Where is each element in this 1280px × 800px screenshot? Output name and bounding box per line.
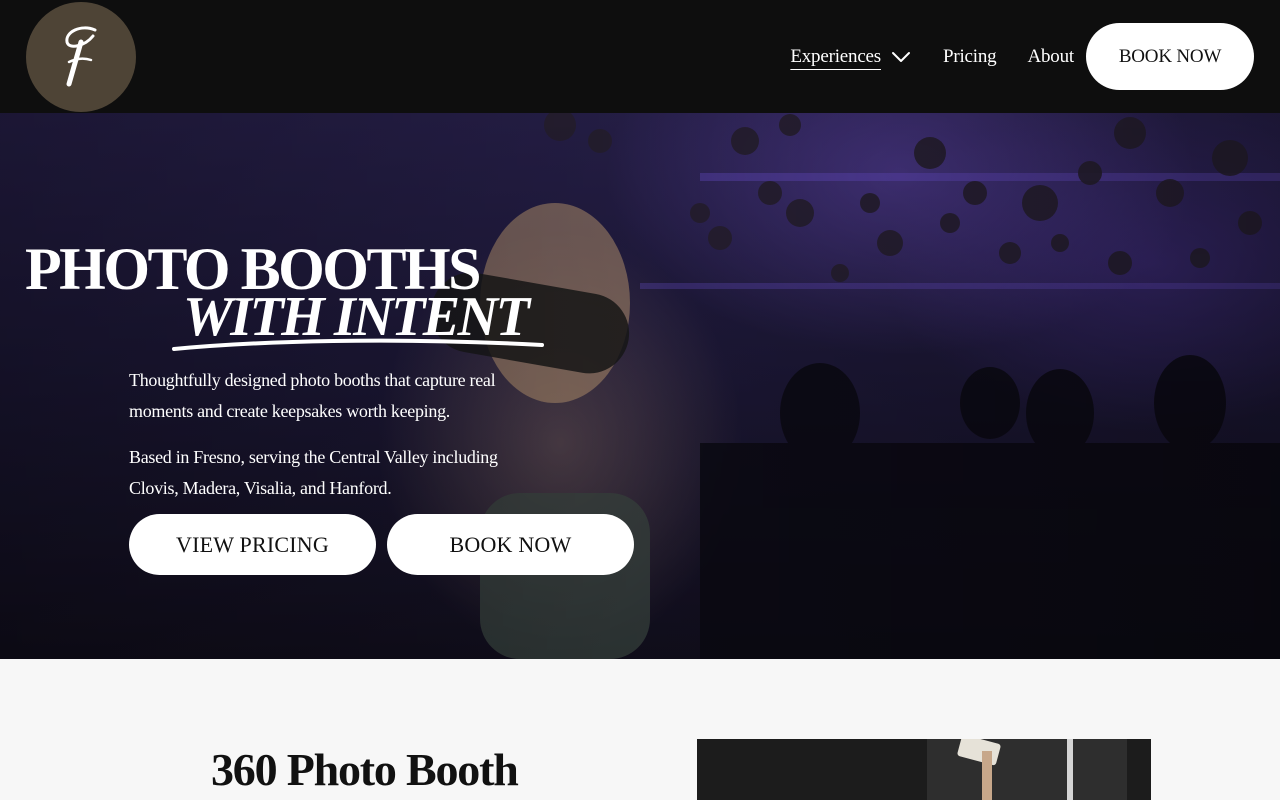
underline-swoosh-icon bbox=[172, 338, 544, 351]
hero-section: PHOTO BOOTHS WITH INTENT Thoughtfully de… bbox=[0, 113, 1280, 659]
site-logo[interactable] bbox=[26, 2, 136, 112]
nav-item-experiences[interactable]: Experiences bbox=[790, 46, 911, 68]
nav-item-about[interactable]: About bbox=[1027, 46, 1074, 68]
site-header: Experiences Pricing About BOOK NOW bbox=[0, 0, 1280, 113]
booth-photo-illustration bbox=[697, 739, 1151, 800]
header-book-now-button[interactable]: BOOK NOW bbox=[1086, 23, 1254, 90]
script-f-monogram-icon bbox=[65, 26, 97, 87]
hero-book-now-button[interactable]: BOOK NOW bbox=[387, 514, 634, 575]
view-pricing-button[interactable]: VIEW PRICING bbox=[129, 514, 376, 575]
hero-description-1: Thoughtfully designed photo booths that … bbox=[129, 370, 496, 421]
nav-experiences-label[interactable]: Experiences bbox=[790, 46, 881, 68]
section-title-360-booth: 360 Photo Booth bbox=[211, 744, 519, 795]
nav-item-pricing[interactable]: Pricing bbox=[943, 46, 997, 68]
main-nav: Experiences Pricing About BOOK NOW bbox=[790, 0, 1254, 113]
360-booth-photo bbox=[697, 739, 1151, 800]
chevron-down-icon[interactable] bbox=[891, 51, 911, 63]
hero-description-2: Based in Fresno, serving the Central Val… bbox=[129, 447, 498, 498]
hero-description: Thoughtfully designed photo booths that … bbox=[129, 365, 549, 519]
